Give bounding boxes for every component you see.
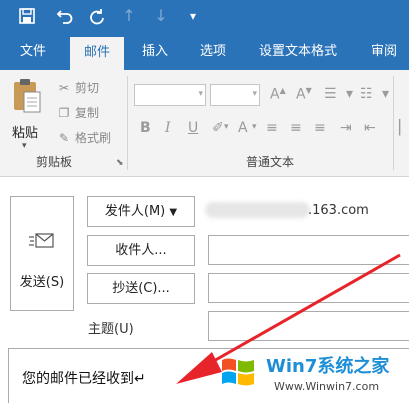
tab-format-text[interactable]: 设置文本格式 (248, 33, 348, 70)
numbering-icon[interactable]: ☷ (360, 86, 373, 102)
chevron-down-icon: ▾ (198, 89, 203, 99)
underline-icon[interactable]: U (188, 120, 198, 136)
chevron-down-icon: ▾ (22, 141, 27, 151)
basic-text-group-label: 普通文本 (246, 155, 295, 169)
send-mail-icon (29, 231, 55, 257)
down-icon[interactable]: ↓ (150, 5, 172, 27)
clipboard-group-label: 剪贴板 (36, 155, 73, 169)
shrink-font-icon[interactable]: A▼ (296, 86, 312, 103)
indent-icon[interactable]: ⇥ (340, 120, 352, 136)
to-button[interactable]: 收件人... (87, 235, 195, 266)
highlight-icon[interactable]: ✐ (212, 120, 224, 136)
watermark-url: Www.Winwin7.com (274, 380, 380, 393)
font-name-combo[interactable]: ▾ (134, 84, 206, 106)
message-body-text: 您的邮件已经收到↵ (22, 371, 146, 387)
tab-insert[interactable]: 插入 (130, 33, 180, 70)
scissors-icon: ✂ (58, 81, 70, 95)
send-button[interactable]: 发送(S) (10, 196, 74, 311)
cut-label: 剪切 (75, 81, 100, 95)
align-left-icon[interactable]: ≡ (266, 120, 278, 136)
tab-mail[interactable]: 邮件 (70, 37, 124, 70)
format-painter-label: 格式刷 (75, 131, 112, 145)
cc-button[interactable]: 抄送(C)... (87, 273, 195, 304)
copy-label: 复制 (75, 106, 100, 120)
chevron-down-icon[interactable]: ▾ (346, 86, 353, 102)
chevron-down-icon: ▾ (252, 89, 257, 99)
cut-button[interactable]: ✂ 剪切 (56, 78, 99, 98)
format-painter-button[interactable]: ✎ 格式刷 (56, 128, 111, 148)
font-color-icon[interactable]: A (238, 120, 248, 136)
chevron-down-icon[interactable]: ▾ (252, 122, 257, 132)
brush-icon: ✎ (58, 131, 70, 145)
from-button[interactable]: 发件人(M) ▼ (87, 196, 195, 227)
dialog-launcher-icon[interactable]: ⬊ (116, 158, 124, 168)
tab-review[interactable]: 审阅 (360, 33, 408, 70)
save-icon[interactable] (16, 5, 38, 27)
copy-icon: ❐ (58, 106, 70, 120)
copy-button[interactable]: ❐ 复制 (56, 103, 99, 123)
chevron-down-icon: ▼ (169, 207, 178, 218)
undo-icon[interactable] (54, 5, 76, 27)
from-button-label: 发件人(M) (104, 204, 166, 219)
bullets-icon[interactable]: ☰ (324, 86, 337, 102)
ribbon-tab-bar: 文件 邮件 插入 选项 设置文本格式 审阅 (0, 33, 409, 70)
align-right-icon[interactable]: ≡ (314, 120, 326, 136)
group-separator (393, 76, 394, 170)
up-icon[interactable]: ↑ (118, 5, 140, 27)
tab-options[interactable]: 选项 (188, 33, 238, 70)
customize-icon[interactable]: ▾ (182, 5, 204, 27)
paste-label: 粘贴 (12, 126, 39, 141)
ribbon: 粘贴 ▾ ✂ 剪切 ❐ 复制 ✎ 格式刷 剪贴板 ⬊ ▾ ▾ A▲ A▼ ☰ ▾ ☷ … (0, 70, 409, 177)
to-field[interactable] (208, 235, 409, 265)
outdent-icon[interactable]: ⇤ (364, 120, 376, 136)
italic-icon[interactable]: I (165, 120, 171, 136)
grow-font-icon[interactable]: A▲ (270, 86, 286, 103)
redo-icon[interactable] (86, 5, 108, 27)
font-size-combo[interactable]: ▾ (210, 84, 260, 106)
subject-label: 主题(U) (88, 322, 134, 337)
chevron-down-icon[interactable]: ▾ (382, 86, 389, 102)
group-separator (127, 76, 128, 170)
windows-logo-icon (222, 358, 254, 386)
chevron-down-icon[interactable]: ▾ (224, 122, 229, 132)
bold-icon[interactable]: B (140, 120, 151, 136)
from-address-blur (205, 202, 310, 218)
send-label: 发送(S) (19, 275, 65, 290)
from-address: .163.com (308, 203, 369, 218)
paste-button[interactable]: 粘贴 ▾ (12, 78, 46, 151)
watermark: Win7系统之家 Www.Winwin7.com (214, 348, 409, 403)
watermark-title: Win7系统之家 (266, 356, 390, 377)
subject-field[interactable] (208, 311, 409, 341)
clipboard-icon (14, 79, 41, 113)
quick-access-toolbar: ↑ ↓ ▾ (0, 0, 409, 33)
more-icon[interactable]: ▏ (399, 120, 409, 136)
align-center-icon[interactable]: ≡ (290, 120, 302, 136)
cc-field[interactable] (208, 273, 409, 303)
tab-file[interactable]: 文件 (8, 33, 58, 70)
